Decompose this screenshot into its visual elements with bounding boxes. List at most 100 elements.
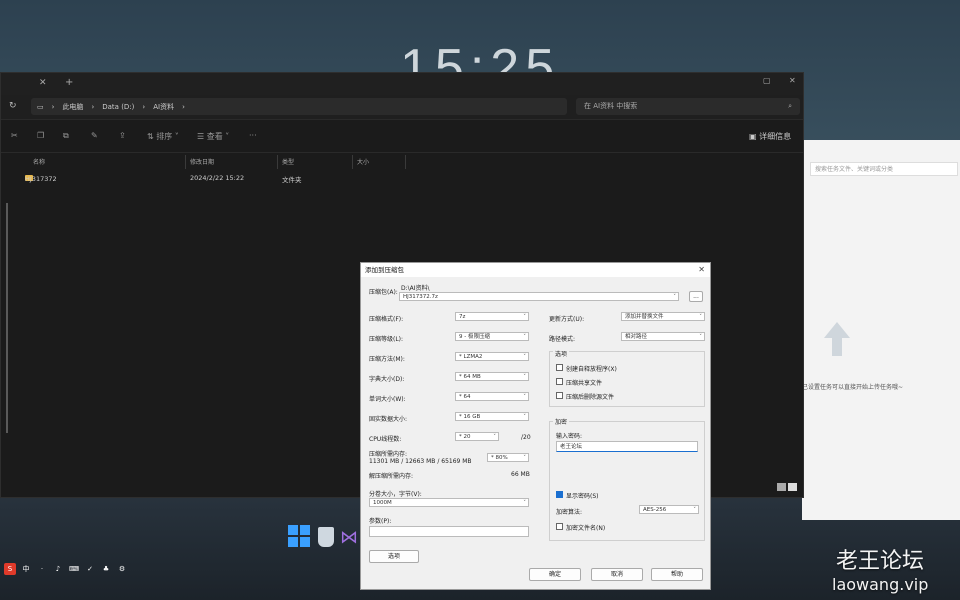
mic-icon[interactable]: ♪ xyxy=(52,563,64,575)
row-type: 文件夹 xyxy=(282,176,302,184)
cpu-select[interactable]: * 20 ˅ xyxy=(455,432,499,441)
col-size[interactable]: 大小 xyxy=(357,157,369,166)
close-icon[interactable]: ✕ xyxy=(698,263,705,277)
dialog-title-text: 添加到压缩包 xyxy=(365,266,404,274)
update-label: 更新方式(U): xyxy=(549,316,585,323)
update-select[interactable]: 添加并替换文件 ˅ xyxy=(621,312,705,321)
word-select[interactable]: * 64 ˅ xyxy=(455,392,529,401)
format-select[interactable]: 7z ˅ xyxy=(455,312,529,321)
sort-button[interactable]: ⇅ 排序 ˅ xyxy=(147,131,179,142)
refresh-icon[interactable]: ↻ xyxy=(9,101,17,111)
view-button[interactable]: ☰ 查看 ˅ xyxy=(197,131,229,142)
right-app-search-input[interactable]: 搜索任务文件、关键词或分类 xyxy=(810,162,958,176)
chevron-down-icon: ˅ xyxy=(673,294,676,300)
search-icon: ⌕ xyxy=(788,102,792,110)
enc-method-select[interactable]: AES-256 ˅ xyxy=(639,505,699,514)
tray-icon[interactable]: ⚙ xyxy=(116,563,128,575)
help-button[interactable]: 帮助 xyxy=(651,568,703,581)
browse-button[interactable]: ... xyxy=(689,291,703,302)
tab-close-icon[interactable]: ✕ xyxy=(39,78,47,88)
scrollbar[interactable] xyxy=(6,203,8,433)
solid-select[interactable]: * 16 GB ˅ xyxy=(455,412,529,421)
dict-label: 字典大小(D): xyxy=(369,376,405,383)
path-mode-select[interactable]: 相对路径 ˅ xyxy=(621,332,705,341)
chevron-down-icon: ˅ xyxy=(523,374,526,380)
more-button[interactable]: ··· xyxy=(249,131,257,140)
password-input[interactable]: 老王论坛 xyxy=(556,441,698,452)
opt-shared-label: 压缩共享文件 xyxy=(566,380,603,387)
split-select[interactable]: 1000M ˅ xyxy=(369,498,529,507)
cut-icon[interactable]: ✂ xyxy=(11,131,18,140)
breadcrumb-item[interactable]: Data (D:) xyxy=(102,103,134,111)
breadcrumb[interactable]: ▭ › 此电脑 › Data (D:) › AI资料 › xyxy=(31,98,567,115)
col-type[interactable]: 类型 xyxy=(282,157,294,166)
dialog-title: 添加到压缩包 ✕ xyxy=(361,263,710,277)
tray-icon[interactable]: 中 xyxy=(20,563,32,575)
col-date[interactable]: 修改日期 xyxy=(190,157,214,166)
level-select[interactable]: 9 - 极限压缩 ˅ xyxy=(455,332,529,341)
details-view-icon[interactable] xyxy=(777,483,786,491)
search-input[interactable]: 在 AI资料 中搜索 ⌕ xyxy=(576,98,800,115)
table-row[interactable]: HJ317372 2024/2/22 15:22 文件夹 xyxy=(1,173,401,185)
method-select[interactable]: * LZMA2 ˅ xyxy=(455,352,529,361)
col-name[interactable]: 名称 xyxy=(33,157,45,166)
right-app-hint: 已设置任务可以直接开始上传任务哦~ xyxy=(802,384,904,391)
archive-name-combo[interactable]: HJ317372.7z ˅ xyxy=(399,292,679,301)
windows-logo-icon[interactable] xyxy=(288,525,310,547)
sort-label: 排序 xyxy=(156,132,173,141)
archive-label: 压缩包(A): xyxy=(369,289,398,296)
ok-button[interactable]: 确定 xyxy=(529,568,581,581)
opt-delete-label: 压缩后删除源文件 xyxy=(566,394,615,401)
details-button[interactable]: ▣ 详细信息 xyxy=(749,131,791,142)
opt-delete-checkbox[interactable] xyxy=(556,392,563,399)
word-value: * 64 xyxy=(459,394,471,400)
options-group-label: 选项 xyxy=(553,349,570,358)
share-icon[interactable]: ⇪ xyxy=(119,131,126,140)
chevron-down-icon: ˅ xyxy=(523,334,526,340)
tray-icon[interactable]: ✓ xyxy=(84,563,96,575)
mem-label: 压缩所需内存: xyxy=(369,451,408,458)
tray-icon[interactable]: · xyxy=(36,563,48,575)
format-value: 7z xyxy=(459,314,466,320)
view-toggle[interactable] xyxy=(775,483,797,493)
split-label: 分卷大小，字节(V): xyxy=(369,491,422,498)
chevron-down-icon: ˅ xyxy=(493,434,496,440)
show-password-label: 显示密码(S) xyxy=(566,493,599,500)
update-value: 添加并替换文件 xyxy=(625,314,664,320)
chevron-down-icon: ˅ xyxy=(523,394,526,400)
app-icon[interactable] xyxy=(318,527,334,547)
paste-icon[interactable]: ⧉ xyxy=(63,131,69,141)
mem-select[interactable]: * 80% ˅ xyxy=(487,453,529,462)
view-label: 查看 xyxy=(206,132,223,141)
chevron-down-icon: ˅ xyxy=(523,354,526,360)
dir-label: D:\AI资料\ xyxy=(401,285,430,292)
close-icon[interactable]: ✕ xyxy=(789,76,796,85)
keyboard-icon[interactable]: ⌨ xyxy=(68,563,80,575)
encryption-group-label: 加密 xyxy=(553,417,570,426)
rename-icon[interactable]: ✎ xyxy=(91,131,98,140)
right-app-window: 搜索任务文件、关键词或分类 已设置任务可以直接开始上传任务哦~ xyxy=(802,140,960,520)
opt-sfx-label: 创建自释放程序(X) xyxy=(566,366,617,373)
breadcrumb-item[interactable]: AI资料 xyxy=(153,102,174,112)
visual-studio-icon[interactable]: ⋈ xyxy=(340,527,358,548)
tab-add-button[interactable]: + xyxy=(65,77,73,88)
chevron-right-icon: › xyxy=(182,102,185,111)
params-input[interactable] xyxy=(369,526,529,537)
opt-shared-checkbox[interactable] xyxy=(556,378,563,385)
show-password-checkbox[interactable] xyxy=(556,491,563,498)
tiles-view-icon[interactable] xyxy=(788,483,797,491)
encrypt-names-checkbox[interactable] xyxy=(556,523,563,530)
dict-select[interactable]: * 64 MB ˅ xyxy=(455,372,529,381)
enc-method-value: AES-256 xyxy=(643,507,667,513)
search-placeholder: 在 AI资料 中搜索 xyxy=(584,102,638,110)
level-label: 压缩等级(L): xyxy=(369,336,404,343)
maximize-icon[interactable]: ▢ xyxy=(763,76,771,85)
tray-icon[interactable]: ♣ xyxy=(100,563,112,575)
cancel-button[interactable]: 取消 xyxy=(591,568,643,581)
opt-sfx-checkbox[interactable] xyxy=(556,364,563,371)
options-button[interactable]: 选项 xyxy=(369,550,419,563)
word-label: 单词大小(W): xyxy=(369,396,406,403)
copy-icon[interactable]: ❐ xyxy=(37,131,44,140)
input-method-icon[interactable]: S xyxy=(4,563,16,575)
breadcrumb-item[interactable]: 此电脑 xyxy=(62,102,83,112)
